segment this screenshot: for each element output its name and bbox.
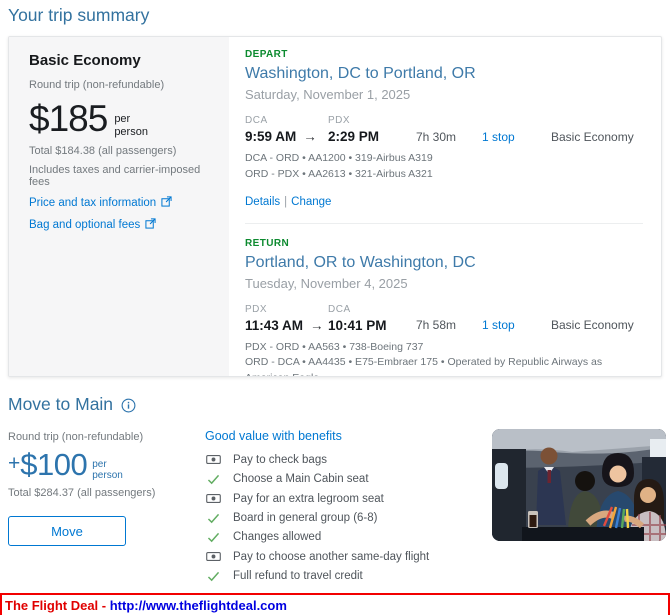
trip-summary-card: Basic Economy Round trip (non-refundable…: [8, 36, 662, 377]
cabin-photo: [492, 429, 666, 541]
footer-url-link[interactable]: http://www.theflightdeal.com: [110, 598, 287, 613]
duration: 7h 30m: [416, 129, 457, 144]
plus-sign: +: [8, 452, 21, 475]
arrive-time: 2:29 PM: [328, 129, 380, 144]
info-icon[interactable]: [121, 398, 136, 413]
fare-includes-note: Includes taxes and carrier-imposed fees: [29, 164, 201, 189]
upsell-price-panel: Round trip (non-refundable) + $100 per p…: [8, 431, 198, 546]
benefit-item: Changes allowed: [205, 531, 487, 543]
check-icon: [205, 571, 221, 582]
depart-slice: DEPART Washington, DC to Portland, OR Sa…: [245, 49, 643, 208]
price-tax-link[interactable]: Price and tax information: [29, 196, 209, 210]
benefit-item: Board in general group (6-8): [205, 512, 487, 524]
arrive-time: 10:41 PM: [328, 317, 387, 333]
external-link-icon: [145, 218, 156, 232]
return-segments: PDX - ORD • AA563 • 738-Boeing 737 ORD -…: [245, 340, 643, 377]
move-button[interactable]: Move: [8, 516, 126, 546]
cabin-photo-illustration: [492, 429, 666, 541]
benefits-panel: Good value with benefits Pay to check ba…: [205, 429, 487, 589]
depart-flight-row: DCA PDX 9:59 AM → 2:29 PM 7h 30m 1 stop B…: [245, 115, 643, 144]
upsell-per-person-label: per person: [92, 459, 123, 481]
benefit-item: Choose a Main Cabin seat: [205, 473, 487, 485]
fare-price: $185: [29, 98, 108, 139]
depart-time: 9:59 AM →: [245, 129, 317, 144]
fare-total: Total $184.38 (all passengers): [29, 145, 177, 158]
benefit-item: Pay to check bags: [205, 453, 487, 466]
destination-code: DCA: [328, 303, 351, 315]
footer-banner: The Flight Deal - http://www.theflightde…: [0, 593, 670, 615]
upsell-price: $100: [20, 447, 88, 482]
slice-divider: [245, 222, 643, 224]
money-icon: [205, 453, 221, 466]
depart-label: DEPART: [245, 49, 288, 60]
benefits-title: Good value with benefits: [205, 429, 342, 443]
check-icon: [205, 532, 221, 543]
cabin-label: Basic Economy: [551, 318, 634, 332]
segment-line: ORD - DCA • AA4435 • E75-Embraer 175 • O…: [245, 356, 603, 376]
benefit-item: Pay to choose another same-day flight: [205, 550, 487, 563]
fare-price-row: $185 per person: [29, 98, 209, 139]
change-link[interactable]: Change: [291, 196, 331, 208]
benefit-item: Full refund to travel credit: [205, 570, 487, 582]
arrow-right-icon: →: [303, 129, 317, 144]
depart-segments: DCA - ORD • AA1200 • 319-Airbus A319 ORD…: [245, 151, 643, 183]
return-date: Tuesday, November 4, 2025: [245, 275, 408, 291]
segment-line: ORD - PDX • AA2613 • 321-Airbus A321: [245, 167, 433, 180]
upsell-body: Round trip (non-refundable) + $100 per p…: [8, 429, 666, 601]
segment-line: DCA - ORD • AA1200 • 319-Airbus A319: [245, 152, 433, 164]
money-icon: [205, 550, 221, 563]
duration: 7h 58m: [416, 318, 457, 332]
origin-code: DCA: [245, 115, 268, 126]
segment-line: PDX - ORD • AA563 • 738-Boeing 737: [245, 340, 424, 353]
stops-link[interactable]: 1 stop: [482, 318, 551, 332]
bag-fees-link[interactable]: Bag and optional fees: [29, 218, 209, 232]
upsell-trip-type: Round trip (non-refundable): [8, 431, 144, 443]
money-icon: [205, 492, 221, 505]
upsell-title: Move to Main: [8, 394, 114, 414]
upsell-total: Total $284.37 (all passengers): [8, 487, 156, 499]
destination-code: PDX: [328, 115, 351, 126]
external-link-icon: [161, 196, 172, 210]
depart-time: 11:43 AM →: [245, 317, 324, 333]
return-route-title: Portland, OR to Washington, DC: [245, 253, 476, 271]
return-flight-row: PDX DCA 11:43 AM → 10:41 PM 7h 58m 1 stop…: [245, 304, 643, 333]
details-link[interactable]: Details: [245, 196, 280, 208]
fare-summary-panel: Basic Economy Round trip (non-refundable…: [9, 37, 229, 376]
check-icon: [205, 513, 221, 524]
cabin-label: Basic Economy: [551, 129, 634, 144]
return-slice: RETURN Portland, OR to Washington, DC Tu…: [245, 237, 643, 377]
depart-route-title: Washington, DC to Portland, OR: [245, 65, 476, 82]
flight-slices-panel: DEPART Washington, DC to Portland, OR Sa…: [229, 37, 661, 376]
fare-trip-type: Round trip (non-refundable): [29, 79, 165, 91]
benefit-item: Pay for an extra legroom seat: [205, 492, 487, 505]
upsell-heading-row: Move to Main: [8, 394, 670, 415]
depart-date: Saturday, November 1, 2025: [245, 87, 411, 102]
benefits-list: Pay to check bags Choose a Main Cabin se…: [205, 453, 487, 582]
link-separator: |: [284, 195, 288, 208]
check-icon: [205, 474, 221, 485]
return-label: RETURN: [245, 237, 290, 249]
origin-code: PDX: [245, 303, 268, 315]
stops-link[interactable]: 1 stop: [482, 130, 551, 144]
footer-brand: The Flight Deal -: [5, 598, 110, 613]
arrow-right-icon: →: [310, 317, 324, 333]
depart-actions: Details | Change: [245, 196, 643, 208]
fare-name: Basic Economy: [29, 52, 141, 69]
fare-per-person-label: per person: [114, 113, 148, 138]
upsell-price-row: + $100 per person: [8, 447, 198, 482]
page-title: Your trip summary: [8, 5, 150, 25]
